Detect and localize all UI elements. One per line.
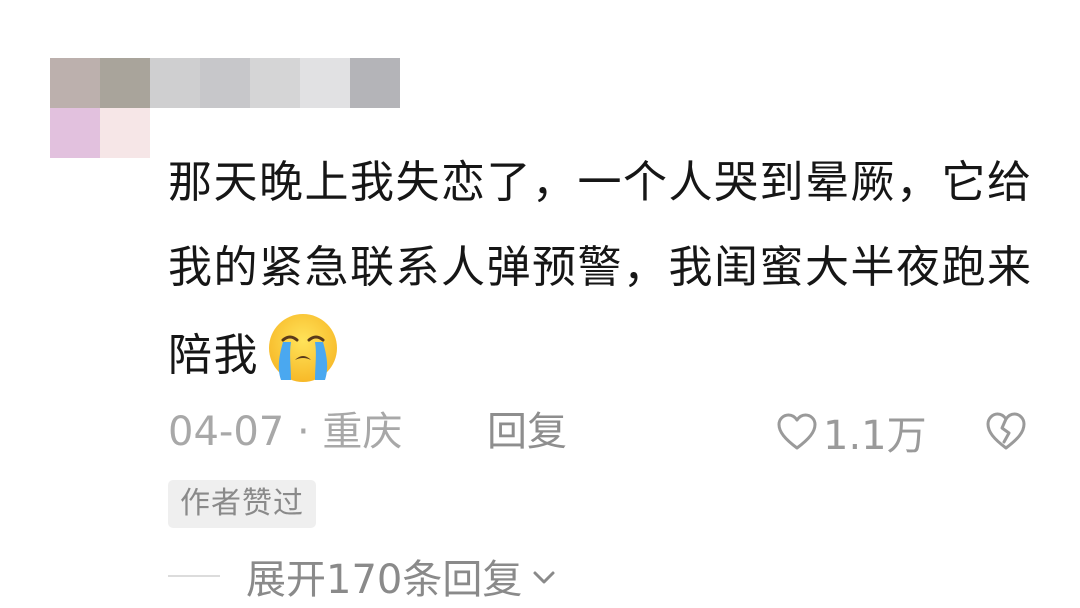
- expand-replies-label: 展开170条回复: [246, 557, 523, 603]
- heart-outline-icon: [777, 413, 817, 450]
- divider-line: [168, 575, 220, 577]
- reply-button[interactable]: 回复: [487, 404, 567, 460]
- like-button[interactable]: 1.1万: [775, 404, 927, 460]
- date-location: 04-07 · 重庆: [168, 409, 403, 455]
- chevron-down-icon: [533, 571, 555, 584]
- like-count: 1.1万: [823, 413, 927, 459]
- comment-text: 那天晚上我失恋了，一个人哭到晕厥，它给我的紧急联系人弹预警，我闺蜜大半夜跑来陪我: [168, 140, 1048, 398]
- author-liked-badge: 作者赞过: [168, 480, 316, 528]
- loudly-crying-face-icon: [269, 314, 337, 382]
- comment-card: 那天晚上我失恋了，一个人哭到晕厥，它给我的紧急联系人弹预警，我闺蜜大半夜跑来陪我…: [0, 0, 1080, 608]
- expand-replies-button[interactable]: 展开170条回复: [168, 548, 558, 604]
- broken-heart-icon[interactable]: [984, 410, 1028, 452]
